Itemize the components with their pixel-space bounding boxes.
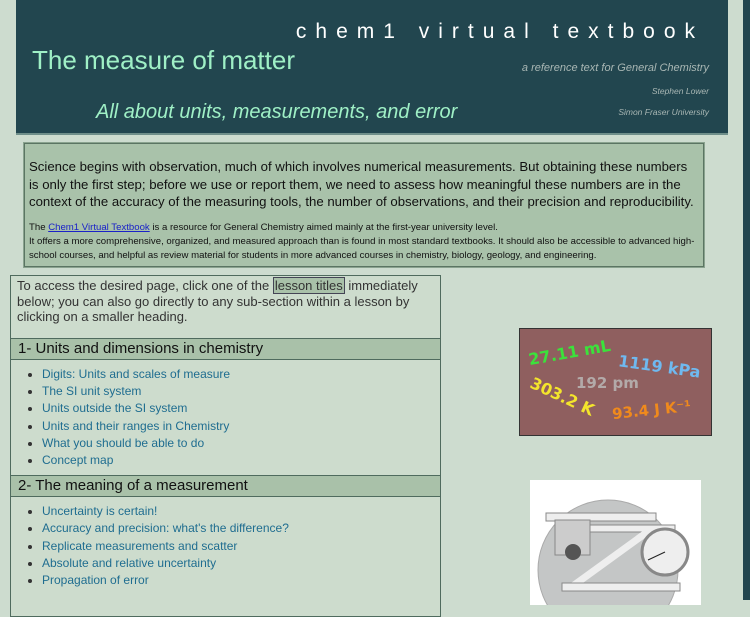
lessons-instructions: To access the desired page, click one of… (17, 277, 418, 324)
subsection-link[interactable]: Concept map (42, 453, 113, 467)
lesson-title-2[interactable]: 2- The meaning of a measurement (11, 475, 440, 498)
list-item: Digits: Units and scales of measure (42, 366, 440, 383)
brand-title: chem1 virtual textbook (295, 20, 704, 43)
subsection-link[interactable]: Uncertainty is certain! (42, 504, 157, 518)
intro-box: Science begins with observation, much of… (24, 143, 704, 267)
list-item: Propagation of error (42, 572, 440, 589)
subsection-link[interactable]: Accuracy and precision: what's the diffe… (42, 521, 289, 535)
unit-heat-capacity: 93.4 J K⁻¹ (611, 396, 692, 424)
list-item: Absolute and relative uncertainty (42, 555, 440, 572)
tagline: a reference text for General Chemistry (521, 62, 709, 74)
unit-length: 192 pm (576, 374, 639, 392)
page-subtitle: All about units, measurements, and error (96, 101, 458, 123)
header-banner: chem1 virtual textbook The measure of ma… (16, 0, 728, 135)
page-title: The measure of matter (32, 45, 295, 75)
intro-text: Science begins with observation, much of… (29, 159, 694, 209)
list-item: Accuracy and precision: what's the diffe… (42, 520, 440, 537)
institution: Simon Fraser University (618, 107, 709, 117)
chem1-link[interactable]: Chem1 Virtual Textbook (48, 222, 150, 233)
subsection-link[interactable]: Digits: Units and scales of measure (42, 367, 230, 381)
subsection-link[interactable]: Absolute and relative uncertainty (42, 556, 216, 570)
list-item: What you should be able to do (42, 435, 440, 452)
subsection-link[interactable]: Propagation of error (42, 573, 149, 587)
lesson-subsections: Digits: Units and scales of measure The S… (11, 360, 440, 475)
subsection-link[interactable]: The SI unit system (42, 384, 141, 398)
list-item: The SI unit system (42, 383, 440, 400)
units-image: 27.11 mL 1119 kPa 192 pm 303.2 K 93.4 J … (519, 328, 712, 436)
lessons-panel: To access the desired page, click one of… (10, 275, 441, 617)
subsection-link[interactable]: Replicate measurements and scatter (42, 539, 237, 553)
list-item: Units and their ranges in Chemistry (42, 418, 440, 435)
subsection-link[interactable]: What you should be able to do (42, 436, 204, 450)
subsection-link[interactable]: Units and their ranges in Chemistry (42, 419, 229, 433)
right-edge-strip (743, 0, 750, 600)
list-item: Units outside the SI system (42, 400, 440, 417)
list-item: Uncertainty is certain! (42, 503, 440, 520)
lesson-titles-highlight: lesson titles (272, 277, 345, 294)
unit-volume: 27.11 mL (526, 335, 613, 370)
measuring-tools-image (530, 480, 701, 617)
list-item: Concept map (42, 452, 440, 469)
lesson-subsections: Uncertainty is certain! Accuracy and prec… (11, 497, 440, 595)
lesson-title-1[interactable]: 1- Units and dimensions in chemistry (11, 338, 440, 360)
author: Stephen Lower (651, 86, 709, 96)
intro-about: The Chem1 Virtual Textbook is a resource… (29, 221, 695, 261)
subsection-link[interactable]: Units outside the SI system (42, 401, 187, 415)
list-item: Replicate measurements and scatter (42, 538, 440, 555)
